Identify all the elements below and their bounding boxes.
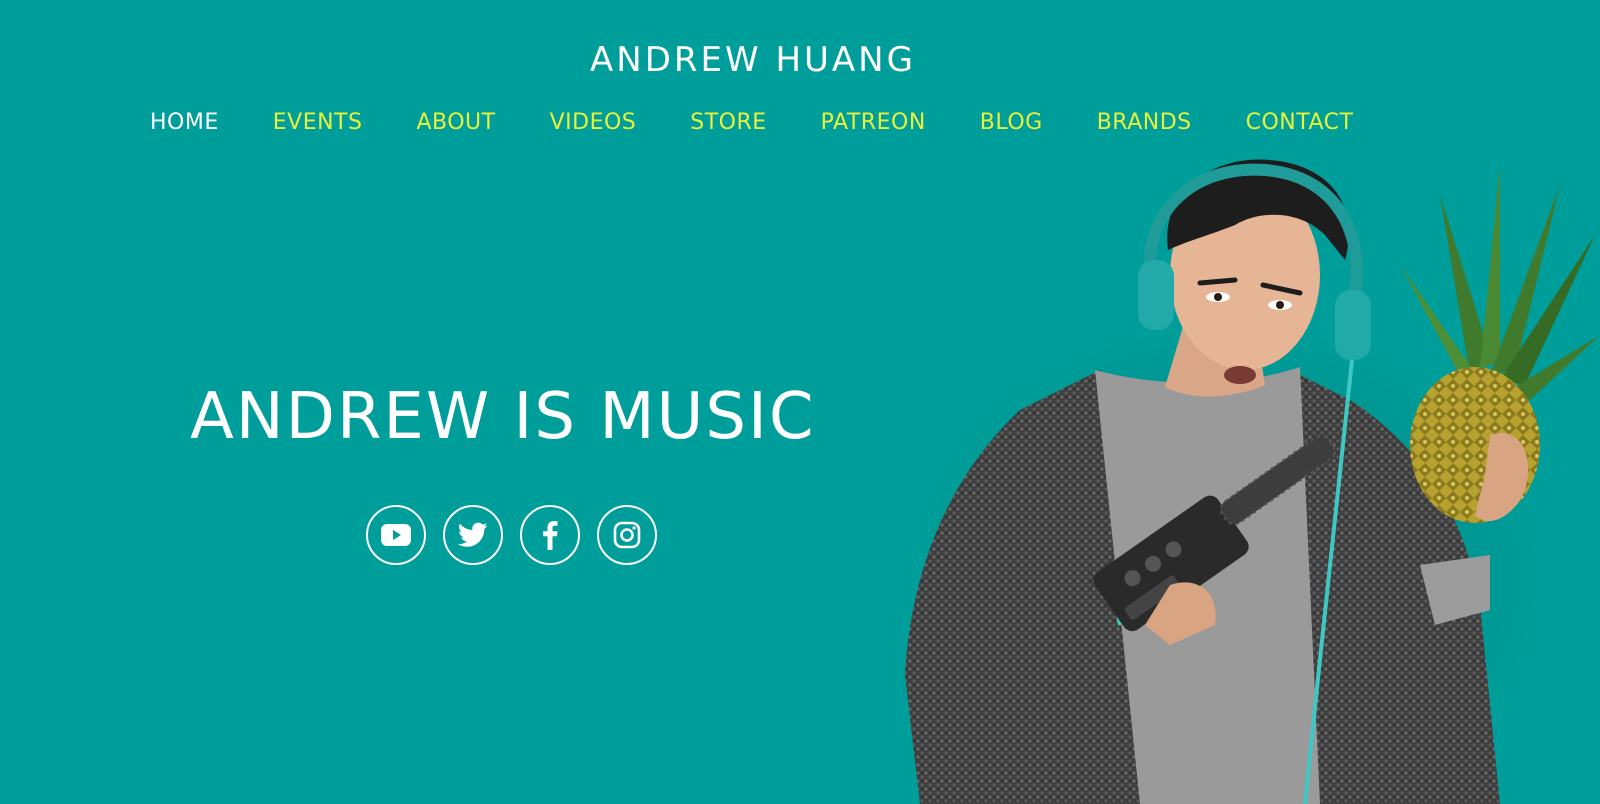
main-nav: HOME EVENTS ABOUT VIDEOS STORE PATREON B… [150, 110, 1353, 135]
nav-item-blog[interactable]: BLOG [980, 110, 1043, 135]
nav-item-videos[interactable]: VIDEOS [550, 110, 637, 135]
instagram-icon [613, 521, 641, 549]
page: ANDREW HUANG HOME EVENTS ABOUT VIDEOS ST… [0, 0, 1600, 804]
hero-photo [905, 159, 1600, 804]
twitter-icon [458, 522, 488, 548]
site-title-link[interactable]: ANDREW HUANG [0, 40, 1506, 80]
facebook-icon [542, 520, 558, 550]
pineapple-leaves [1400, 165, 1600, 400]
nav-item-contact[interactable]: CONTACT [1246, 110, 1354, 135]
nav-item-patreon[interactable]: PATREON [821, 110, 926, 135]
twitter-button[interactable] [443, 505, 503, 565]
social-links [366, 505, 657, 565]
youtube-icon [381, 524, 411, 546]
youtube-button[interactable] [366, 505, 426, 565]
nav-item-store[interactable]: STORE [690, 110, 766, 135]
nav-item-brands[interactable]: BRANDS [1097, 110, 1192, 135]
nav-item-home[interactable]: HOME [150, 110, 219, 135]
hero-heading: ANDREW IS MUSIC [190, 380, 816, 454]
nav-item-events[interactable]: EVENTS [273, 110, 363, 135]
nav-item-about[interactable]: ABOUT [416, 110, 495, 135]
instagram-button[interactable] [597, 505, 657, 565]
facebook-button[interactable] [520, 505, 580, 565]
